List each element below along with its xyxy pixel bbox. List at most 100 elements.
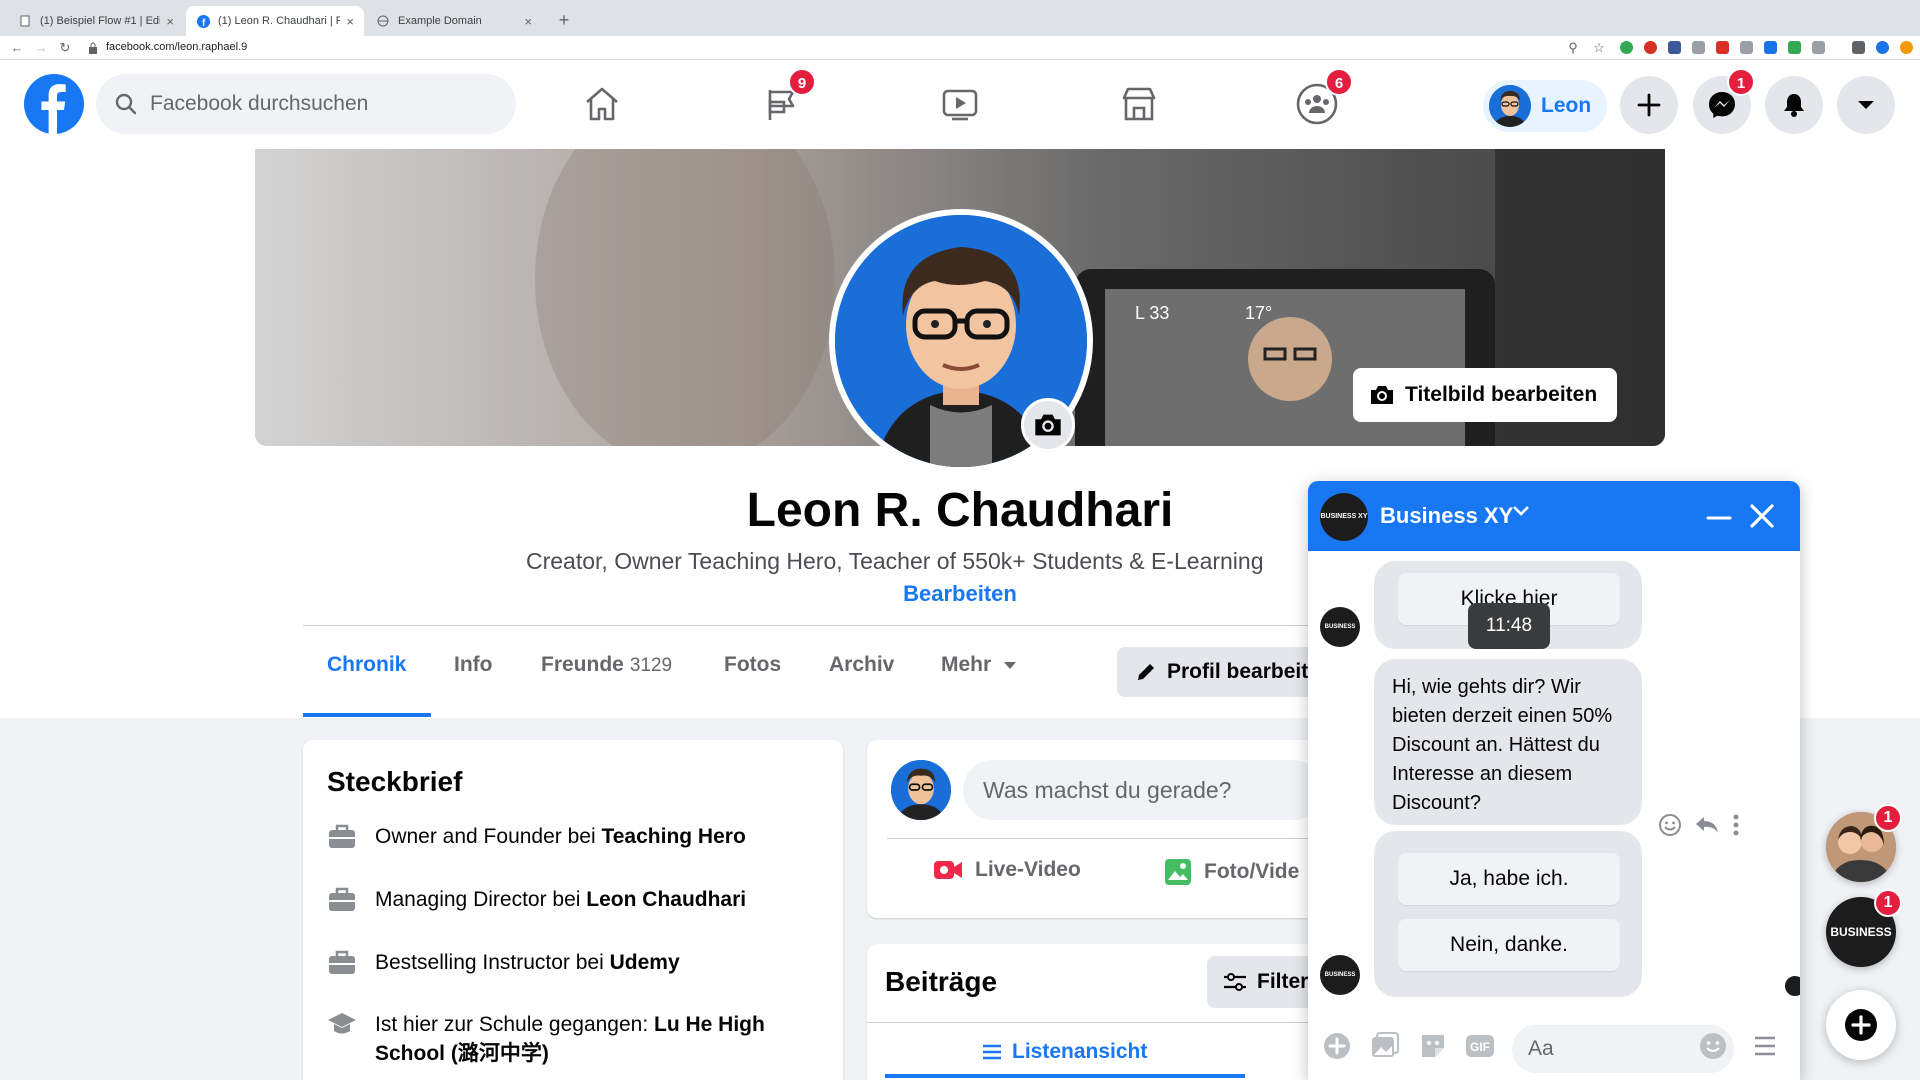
account-menu-button[interactable] xyxy=(1837,76,1895,134)
close-icon[interactable] xyxy=(1745,499,1779,533)
plus-circle-icon[interactable] xyxy=(1322,1031,1352,1061)
forward-arrow-icon[interactable]: → xyxy=(32,39,50,57)
extension-icon[interactable] xyxy=(1740,41,1753,54)
live-video-button[interactable]: Live-Video xyxy=(933,858,1081,882)
close-tab-icon[interactable]: × xyxy=(346,14,354,29)
tab-archiv[interactable]: Archiv xyxy=(829,653,894,677)
intro-item-work: Owner and Founder bei Teaching Hero xyxy=(327,822,746,852)
notification-badge: 1 xyxy=(1874,889,1902,917)
react-icon[interactable] xyxy=(1658,813,1682,837)
tab-freunde[interactable]: Freunde 3129 xyxy=(541,653,672,677)
image-icon[interactable] xyxy=(1370,1031,1400,1061)
watch-nav-button[interactable] xyxy=(928,74,992,134)
intro-item-org[interactable]: Teaching Hero xyxy=(601,825,745,848)
tab-freunde-label: Freunde xyxy=(541,653,624,676)
browser-menu-icon[interactable] xyxy=(1900,41,1913,54)
tab-info[interactable]: Info xyxy=(454,653,492,677)
notifications-button[interactable] xyxy=(1765,76,1823,134)
list-icon xyxy=(982,1043,1002,1061)
extension-icon[interactable] xyxy=(1644,41,1657,54)
address-bar: ← → ↻ facebook.com/leon.raphael.9 ⚲ ☆ xyxy=(0,36,1920,60)
more-options-icon[interactable] xyxy=(1732,813,1740,837)
extension-icon[interactable] xyxy=(1668,41,1681,54)
chat-contact-name[interactable]: Business XY xyxy=(1380,503,1513,529)
edit-profile-picture-button[interactable] xyxy=(1021,398,1075,452)
create-button[interactable] xyxy=(1620,76,1678,134)
search-bar[interactable] xyxy=(96,74,516,134)
sticker-icon[interactable] xyxy=(1418,1031,1448,1061)
facebook-logo-icon[interactable] xyxy=(24,74,84,134)
extension-icon[interactable] xyxy=(1764,41,1777,54)
friends-count: 3129 xyxy=(629,655,673,676)
menu-icon[interactable] xyxy=(1752,1035,1778,1057)
timestamp-tooltip: 11:48 xyxy=(1468,603,1550,649)
new-message-button[interactable] xyxy=(1826,990,1896,1060)
intro-item-org[interactable]: Leon Chaudhari xyxy=(586,888,746,911)
extension-icon[interactable] xyxy=(1692,41,1705,54)
notification-badge: 9 xyxy=(788,68,816,96)
photo-video-label: Foto/Vide xyxy=(1204,860,1300,883)
intro-item-text: Bestselling Instructor bei xyxy=(375,951,610,974)
pages-nav-button[interactable]: 9 xyxy=(750,68,816,134)
intro-item-org[interactable]: Udemy xyxy=(610,951,680,974)
quick-reply-no-button[interactable]: Nein, danke. xyxy=(1398,919,1620,971)
new-tab-button[interactable]: + xyxy=(552,8,576,32)
notification-badge: 1 xyxy=(1727,68,1755,96)
extension-icon[interactable] xyxy=(1788,41,1801,54)
extensions-menu-icon[interactable] xyxy=(1852,41,1865,54)
marketplace-nav-button[interactable] xyxy=(1107,74,1171,134)
tab-chronik[interactable]: Chronik xyxy=(327,653,406,677)
caret-down-icon xyxy=(1856,98,1876,112)
chat-header[interactable]: BUSINESS XY Business XY xyxy=(1308,481,1800,551)
edit-cover-button[interactable]: Titelbild bearbeiten xyxy=(1353,368,1617,422)
profile-shortcut[interactable]: Leon xyxy=(1483,80,1607,132)
tab-fotos[interactable]: Fotos xyxy=(724,653,781,677)
extension-icon[interactable] xyxy=(1716,41,1729,54)
post-input[interactable]: Was machst du gerade? xyxy=(963,760,1323,820)
back-arrow-icon[interactable]: ← xyxy=(8,39,26,57)
globe-icon xyxy=(376,14,390,28)
filter-label: Filter xyxy=(1257,970,1309,993)
svg-text:L 33: L 33 xyxy=(1135,303,1169,323)
chevron-down-icon[interactable] xyxy=(1512,505,1530,517)
extension-icon[interactable] xyxy=(1620,41,1633,54)
notification-badge: 1 xyxy=(1874,804,1902,832)
reply-icon[interactable] xyxy=(1694,813,1720,837)
pencil-icon xyxy=(1135,661,1157,683)
reload-icon[interactable]: ↻ xyxy=(56,39,74,57)
avatar[interactable] xyxy=(891,760,951,820)
browser-tab-active[interactable]: f (1) Leon R. Chaudhari | Faceb × xyxy=(186,6,364,36)
close-tab-icon[interactable]: × xyxy=(524,14,532,29)
url-text[interactable]: facebook.com/leon.raphael.9 xyxy=(106,41,247,53)
home-nav-button[interactable] xyxy=(570,74,634,134)
divider xyxy=(887,838,1327,839)
emoji-icon[interactable] xyxy=(1698,1031,1728,1061)
photo-video-button[interactable]: Foto/Vide xyxy=(1164,858,1299,886)
new-message-icon xyxy=(1844,1008,1878,1042)
browser-tab[interactable]: (1) Beispiel Flow #1 | Edit Cont × xyxy=(8,6,184,36)
minimize-icon[interactable] xyxy=(1704,503,1734,533)
browser-tab[interactable]: Example Domain × xyxy=(366,6,542,36)
messenger-button[interactable]: 1 xyxy=(1693,68,1755,134)
edit-bio-label: Bearbeiten xyxy=(903,581,1017,606)
intro-item-education: Ist hier zur Schule gegangen: Lu He High… xyxy=(327,1010,797,1068)
groups-nav-button[interactable]: 6 xyxy=(1285,68,1353,134)
tab-mehr[interactable]: Mehr xyxy=(941,653,1017,677)
search-input[interactable] xyxy=(150,92,480,116)
browser-profile-icon[interactable] xyxy=(1876,41,1889,54)
quick-reply-yes-button[interactable]: Ja, habe ich. xyxy=(1398,853,1620,905)
profile-bio: Creator, Owner Teaching Hero, Teacher of… xyxy=(526,548,1264,574)
bookmark-star-icon[interactable]: ☆ xyxy=(1590,39,1608,57)
svg-text:GIF: GIF xyxy=(1470,1040,1490,1054)
divider xyxy=(867,1022,1347,1023)
quick-reply-group: Ja, habe ich. Nein, danke. xyxy=(1374,831,1642,997)
list-view-tab[interactable]: Listenansicht xyxy=(982,1040,1147,1064)
gif-icon[interactable]: GIF xyxy=(1464,1031,1496,1061)
extension-icon[interactable] xyxy=(1812,41,1825,54)
tab-mehr-label: Mehr xyxy=(941,653,992,676)
zoom-icon[interactable]: ⚲ xyxy=(1564,39,1582,57)
message-bubble: Hi, wie gehts dir? Wir bieten derzeit ei… xyxy=(1374,659,1642,825)
close-tab-icon[interactable]: × xyxy=(166,14,174,29)
caret-down-icon xyxy=(1003,660,1017,670)
posts-title: Beiträge xyxy=(885,966,998,997)
